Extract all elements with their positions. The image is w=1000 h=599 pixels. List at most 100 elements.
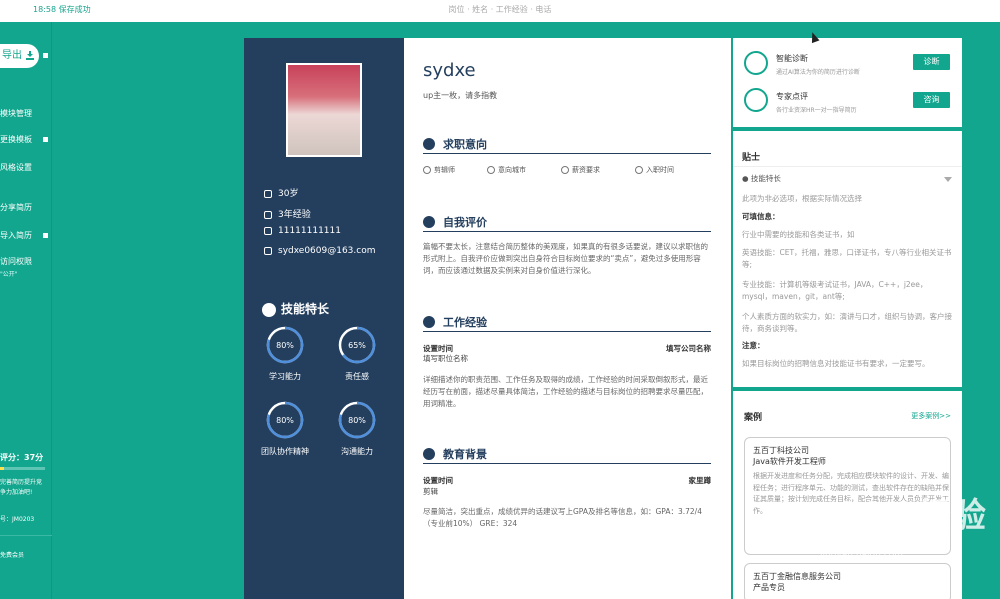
sidebar-item-access[interactable]: 访问权限 xyxy=(0,256,32,267)
experience-text: 3年经验 xyxy=(278,210,311,220)
expert-subtitle: 各行业资深HR一对一指导简历 xyxy=(776,107,857,114)
skill-label: 责任感 xyxy=(345,372,369,381)
export-label: 导出 xyxy=(2,50,22,61)
job-item-text: 意向城市 xyxy=(498,166,526,174)
job-item-salary[interactable]: 薪资要求 xyxy=(561,165,600,175)
skill-label: 团队协作精神 xyxy=(261,447,309,456)
skill-value: 80% xyxy=(276,341,294,350)
info-experience[interactable]: 3年经验 xyxy=(264,207,311,220)
tips-line: 专业技能：计算机等级考试证书，JAVA，C++，j2ee，mysql，maven… xyxy=(742,280,928,301)
sidebar-item-change-template[interactable]: 更换模板 xyxy=(0,134,32,145)
service-panel: 智能诊断 通过AI算法为你的简历进行诊断 诊断 专家点评 各行业资深HR一对一指… xyxy=(733,38,962,127)
yen-icon xyxy=(561,166,569,174)
skill-ring-teamwork: 80% xyxy=(266,401,304,439)
resume-code: 号：JM0203 xyxy=(0,516,35,523)
building-icon xyxy=(487,166,495,174)
phone-text: 11111111111 xyxy=(278,226,341,236)
edu-time[interactable]: 设置时间 xyxy=(423,475,453,486)
baidu-watermark-url: jingyan.baidu.com xyxy=(820,550,904,560)
skill-label: 学习能力 xyxy=(269,372,301,381)
job-item-city[interactable]: 意向城市 xyxy=(487,165,526,175)
skills-heading[interactable]: 技能特长 xyxy=(262,300,329,317)
resume-title-fields[interactable]: 岗位 · 姓名 · 工作经验 · 电话 xyxy=(0,4,1000,15)
sidebar-item-style-settings[interactable]: 风格设置 xyxy=(0,162,32,173)
job-item-text: 剪辑师 xyxy=(434,166,455,174)
job-item-position[interactable]: 剪辑师 xyxy=(423,165,455,175)
tips-dropdown[interactable]: ● 技能特长 xyxy=(742,173,954,185)
tips-line: 英语技能：CET，托福，雅思，口译证书，专八等行业相关证书等; xyxy=(742,248,952,269)
skill-ring-responsibility: 65% xyxy=(338,326,376,364)
mail-icon xyxy=(264,246,272,255)
robot-icon xyxy=(744,51,768,75)
export-button[interactable]: 导出 xyxy=(0,44,39,68)
skills-title-text: 技能特长 xyxy=(281,302,330,316)
tips-note-label: 注意： xyxy=(742,341,765,350)
job-item-text: 入职时间 xyxy=(646,166,674,174)
section-self-eval[interactable]: 自我评价 xyxy=(423,214,711,232)
section-title: 工作经验 xyxy=(443,316,487,329)
edu-major[interactable]: 剪辑 xyxy=(423,486,711,498)
skill-label: 沟通能力 xyxy=(341,447,373,456)
section-work[interactable]: 工作经验 xyxy=(423,314,711,332)
edu-school[interactable]: 家里蹲 xyxy=(689,475,712,486)
member-status[interactable]: 免费会员 xyxy=(0,551,24,560)
lock-icon xyxy=(43,53,48,58)
candidate-name[interactable]: sydxe xyxy=(423,60,476,81)
info-email[interactable]: sydxe0609@163.com xyxy=(264,246,375,256)
graduation-cap-icon xyxy=(423,448,435,460)
email-text: sydxe0609@163.com xyxy=(278,246,376,256)
score-hint-line2: 争力加油吧! xyxy=(0,489,33,496)
sidebar-item-import-resume[interactable]: 导入简历 xyxy=(0,230,32,241)
tips-fill-label: 可填信息： xyxy=(742,212,780,221)
person-icon xyxy=(264,189,272,198)
briefcase-icon xyxy=(423,138,435,150)
tips-line: 行业中需要的技能和各类证书，如 xyxy=(742,230,855,239)
score-hint-line1: 完善简历提升竞 xyxy=(0,479,43,486)
tools-icon xyxy=(262,302,276,317)
download-icon xyxy=(26,50,34,60)
case-card[interactable]: 五百丁金融信息服务公司 产品专员 xyxy=(744,563,951,599)
case-position: Java软件开发工程师 xyxy=(753,457,826,466)
work-text[interactable]: 详细描述你的职责范围、工作任务及取得的成绩，工作经验的时间采取倒叙形式，最近经历… xyxy=(423,374,711,410)
case-company: 五百丁金融信息服务公司 xyxy=(753,572,841,581)
skill-ring-communication: 80% xyxy=(338,401,376,439)
diagnose-button[interactable]: 诊断 xyxy=(913,54,950,70)
info-age[interactable]: 30岁 xyxy=(264,186,298,199)
tips-line: 个人素质方面的软实力，如：演讲与口才，组织与协调，客户接待，商务谈判等。 xyxy=(742,312,952,333)
tips-panel: 贴士 ● 技能特长 此项为非必选项，根据实际情况选择 可填信息： 行业中需要的技… xyxy=(733,131,962,387)
top-bar: 18:58 保存成功 岗位 · 姓名 · 工作经验 · 电话 xyxy=(0,0,1000,22)
expert-title: 专家点评 xyxy=(776,92,808,101)
chevron-down-icon[interactable] xyxy=(944,177,952,182)
case-company: 五百丁科技公司 xyxy=(753,446,809,455)
person-icon xyxy=(423,166,431,174)
section-job-intent[interactable]: 求职意向 xyxy=(423,136,711,154)
resume-page: 30岁 3年经验 11111111111 sydxe0609@163.com 技… xyxy=(244,38,731,599)
candidate-motto[interactable]: up主一枚，请多指教 xyxy=(423,90,497,101)
more-cases-link[interactable]: 更多案例>> xyxy=(911,411,951,421)
resume-left-column: 30岁 3年经验 11111111111 sydxe0609@163.com 技… xyxy=(244,38,404,599)
baidu-watermark: Baidu 经验 xyxy=(790,496,987,536)
calendar-icon xyxy=(264,210,272,219)
work-position[interactable]: 填写职位名称 xyxy=(423,353,711,365)
job-item-start-date[interactable]: 入职时间 xyxy=(635,165,674,175)
edu-text[interactable]: 尽量简洁，突出重点，成绩优异的话建议写上GPA及排名等信息，如：GPA：3.72… xyxy=(423,506,711,530)
tips-intro: 此项为非必选项，根据实际情况选择 xyxy=(742,194,862,203)
sidebar-item-share-resume[interactable]: 分享简历 xyxy=(0,202,32,213)
self-eval-text[interactable]: 篇幅不要太长，注意结合简历整体的美观度，如果真的有很多话要说，建议以求职信的形式… xyxy=(423,241,711,277)
age-text: 30岁 xyxy=(278,189,299,199)
score-progress-fill xyxy=(0,467,4,470)
consult-button[interactable]: 咨询 xyxy=(913,92,950,108)
skill-value: 80% xyxy=(348,416,366,425)
case-position: 产品专员 xyxy=(753,583,785,592)
profile-photo[interactable] xyxy=(286,63,362,157)
score-progress-bar xyxy=(0,467,45,470)
divider xyxy=(0,535,52,536)
phone-icon xyxy=(264,226,272,235)
info-phone[interactable]: 11111111111 xyxy=(264,226,341,236)
skill-value: 65% xyxy=(348,341,366,350)
section-education[interactable]: 教育背景 xyxy=(423,446,711,464)
skill-ring-learning: 80% xyxy=(266,326,304,364)
resume-main-column: sydxe up主一枚，请多指教 求职意向 剪辑师 意向城市 薪资要求 入职时间… xyxy=(423,38,713,599)
cases-title: 案例 xyxy=(744,413,763,423)
sidebar-item-module-manage[interactable]: 模块管理 xyxy=(0,108,32,119)
